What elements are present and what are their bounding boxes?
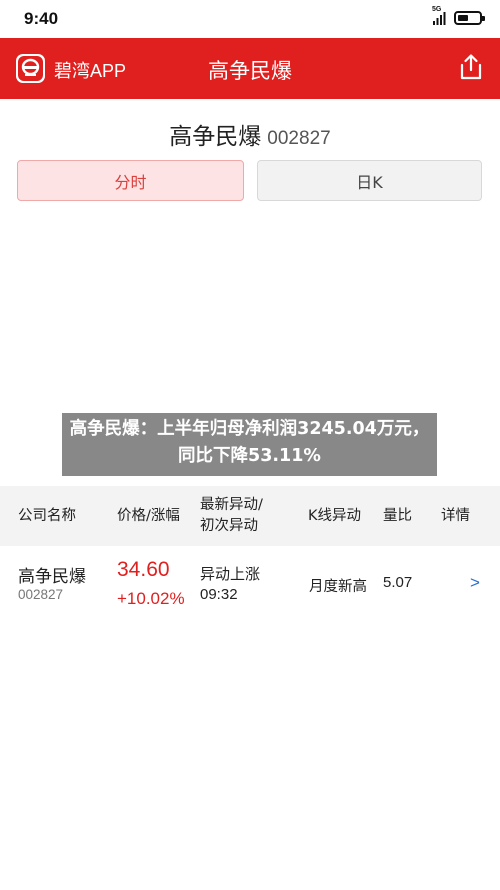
network-label: 5G <box>432 6 442 13</box>
table-row[interactable]: 高争民爆 002827 34.60 +10.02% 异动上涨 09:32 月度新… <box>0 546 500 620</box>
status-time: 9:40 <box>24 9 59 28</box>
row-time: 09:32 <box>200 586 238 603</box>
battery-icon <box>454 11 485 25</box>
row-price: 34.60 <box>117 558 170 581</box>
signal-icon: 5G <box>432 6 446 26</box>
header-movement: 最新异动/ 初次异动 <box>200 495 292 537</box>
row-k-movement: 月度新高 <box>309 579 367 595</box>
header-company-name: 公司名称 <box>18 508 76 524</box>
row-movement: 异动上涨 <box>200 565 261 583</box>
tab-daily-k[interactable]: 日K <box>257 160 482 201</box>
row-volume-ratio: 5.07 <box>383 574 413 591</box>
app-header: 碧湾APP 高争民爆 <box>0 38 500 99</box>
header-movement-line2: 初次异动 <box>200 518 258 534</box>
news-banner: 高争民爆：上半年归母净利润3245.04万元，同比下降53.11% <box>62 413 437 476</box>
row-stock-name: 高争民爆 <box>18 567 86 587</box>
battery-fill <box>458 15 468 21</box>
header-movement-line1: 最新异动/ <box>200 497 263 513</box>
stock-code: 002827 <box>267 128 331 149</box>
row-change: +10.02% <box>117 589 185 608</box>
stock-name: 高争民爆 <box>169 124 262 150</box>
stock-heading: 高争民爆 002827 <box>0 117 500 151</box>
page-title: 高争民爆 <box>208 59 292 83</box>
table-header: 公司名称 价格/涨幅 最新异动/ 初次异动 K线异动 量比 详情 <box>0 486 500 546</box>
header-volume-ratio: 量比 <box>383 508 412 524</box>
header-price-change: 价格/涨幅 <box>117 508 180 524</box>
status-bar: 9:40 5G <box>0 0 500 38</box>
tab-intraday[interactable]: 分时 <box>17 160 244 201</box>
status-icons: 5G <box>432 6 485 26</box>
share-icon[interactable] <box>458 53 484 81</box>
header-detail: 详情 <box>441 508 470 524</box>
header-k-movement: K线异动 <box>308 508 362 524</box>
row-stock-code: 002827 <box>18 587 64 602</box>
chevron-right-icon[interactable]: > <box>470 573 480 593</box>
